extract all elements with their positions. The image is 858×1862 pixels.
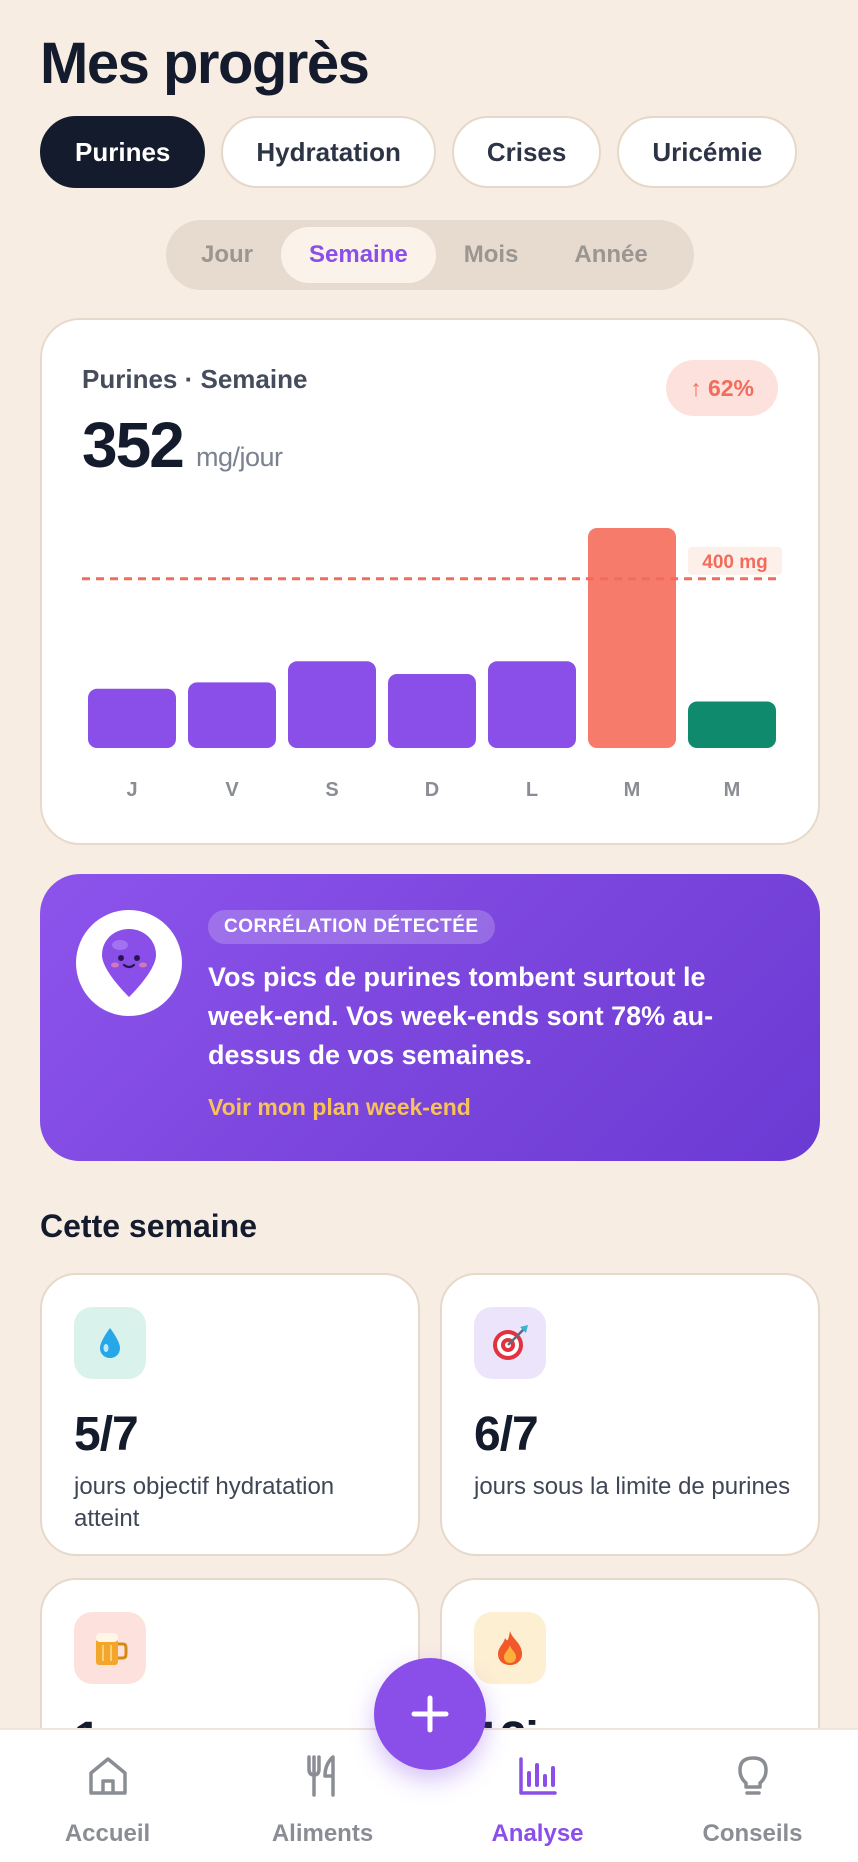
stat-card-purine-limit[interactable]: 6/7 jours sous la limite de purines [440, 1273, 820, 1556]
filter-chip-hydratation[interactable]: Hydratation [221, 116, 436, 188]
period-segmented-control: Jour Semaine Mois Année [166, 220, 694, 290]
bar-1[interactable] [188, 682, 276, 748]
lightbulb-icon [737, 1756, 768, 1795]
purines-bar-chart: J V S D L M M 400 mg [82, 528, 782, 801]
drop-mascot-icon [102, 929, 156, 997]
tab-label: Conseils [702, 1820, 803, 1847]
period-semaine[interactable]: Semaine [281, 227, 436, 283]
x-tick-label: D [425, 779, 439, 801]
x-tick-label: V [225, 779, 239, 801]
mascot-avatar [76, 910, 182, 1016]
add-entry-fab[interactable] [374, 1658, 486, 1770]
period-mois[interactable]: Mois [436, 227, 547, 283]
bar-0[interactable] [88, 688, 176, 748]
weekend-plan-link[interactable]: Voir mon plan week-end [208, 1094, 471, 1121]
filter-chip-purines[interactable]: Purines [40, 116, 206, 188]
home-icon [88, 1757, 127, 1795]
stat-label: jours objectif hydratation atteint [74, 1473, 335, 1532]
filter-chip-crises[interactable]: Crises [451, 116, 602, 188]
threshold-label: 400 mg [702, 552, 767, 573]
stat-label: jours sous la limite de purines [474, 1473, 791, 1500]
x-tick-label: M [624, 779, 641, 801]
filter-chip-uricemie[interactable]: Uricémie [617, 116, 798, 188]
bar-5[interactable] [588, 528, 676, 748]
period-annee[interactable]: Année [546, 227, 675, 283]
x-tick-label: L [526, 779, 538, 801]
tab-label: Accueil [64, 1820, 151, 1847]
bar-6[interactable] [688, 701, 776, 748]
x-tick-label: S [325, 779, 338, 801]
fire-icon [474, 1612, 546, 1684]
stat-card-hydration[interactable]: 5/7 jours objectif hydratation atteint [40, 1273, 420, 1556]
x-tick-label: J [126, 779, 137, 801]
fork-knife-icon [306, 1755, 335, 1797]
beer-icon [74, 1612, 146, 1684]
stat-value: 5/7 [74, 1408, 139, 1461]
tab-accueil[interactable]: Accueil [0, 1730, 215, 1862]
tab-conseils[interactable]: Conseils [645, 1730, 858, 1862]
correlation-insight-card[interactable]: CORRÉLATION DÉTECTÉE Vos pics de purines… [40, 874, 820, 1161]
stat-value: 6/7 [474, 1408, 539, 1461]
plus-icon [411, 1695, 449, 1733]
tab-label: Analyse [491, 1820, 584, 1847]
section-title: Cette semaine [40, 1208, 257, 1244]
period-jour[interactable]: Jour [173, 227, 281, 283]
bar-3[interactable] [388, 673, 476, 748]
target-icon [474, 1307, 546, 1379]
bar-chart-icon [518, 1757, 557, 1795]
bar-2[interactable] [288, 661, 376, 748]
x-tick-label: M [724, 779, 741, 801]
bar-4[interactable] [488, 661, 576, 748]
purines-chart-card: Purines · Semaine 352 mg/jour ↑ 62% JVSD… [40, 318, 820, 845]
tab-label: Aliments [271, 1820, 374, 1847]
page-title: Mes progrès [40, 31, 370, 96]
filter-chips: Purines Hydratation Crises Uricémie [40, 116, 798, 188]
correlation-tag: CORRÉLATION DÉTECTÉE [208, 910, 495, 944]
insight-text: Vos pics de purines tombent surtout le w… [208, 962, 714, 1070]
water-drop-icon [74, 1307, 146, 1379]
